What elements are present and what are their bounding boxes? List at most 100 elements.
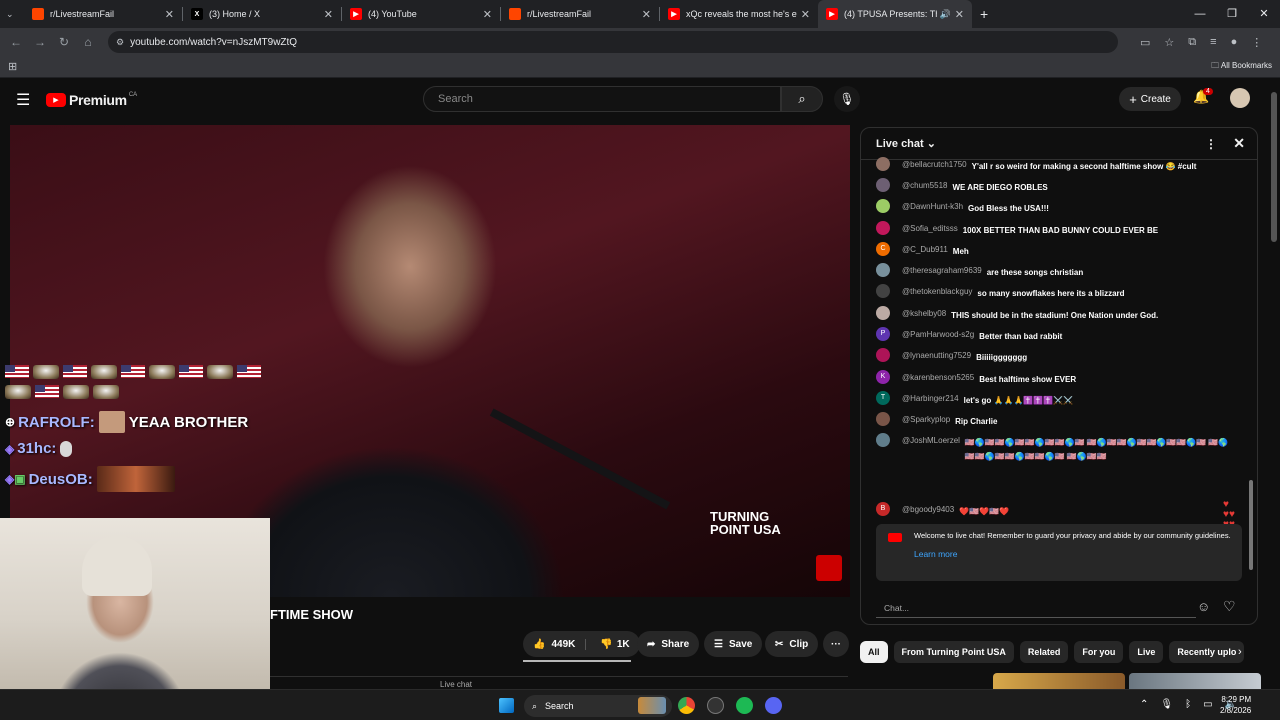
discord-icon[interactable]: [765, 697, 782, 714]
forward-icon[interactable]: →: [28, 35, 52, 49]
chat-avatar[interactable]: [876, 412, 890, 426]
save-button[interactable]: ☰ Save: [704, 631, 763, 657]
chat-author[interactable]: @Sofia_editsss: [902, 224, 958, 233]
chat-author[interactable]: @karenbenson5265: [902, 373, 974, 382]
chat-avatar[interactable]: [876, 199, 890, 213]
chat-message[interactable]: @thetokenblackguy so many snowflakes here…: [876, 284, 1236, 301]
browser-tab[interactable]: r/LivestreamFail ✕: [24, 0, 182, 28]
clip-button[interactable]: ✂ Clip: [765, 631, 819, 657]
restore-icon[interactable]: ❐: [1216, 0, 1248, 28]
chat-options-icon[interactable]: ⋮: [1205, 137, 1217, 151]
chat-avatar[interactable]: [876, 306, 890, 320]
share-button[interactable]: ➦ Share: [637, 631, 700, 657]
filter-chip[interactable]: Related: [1019, 641, 1069, 663]
browser-tab[interactable]: X (3) Home / X ✕: [183, 0, 341, 28]
browser-tab[interactable]: ▶ (4) YouTube ✕: [342, 0, 500, 28]
chat-avatar[interactable]: P: [876, 327, 890, 341]
chat-avatar[interactable]: [876, 178, 890, 192]
new-tab-button[interactable]: +: [972, 0, 1002, 28]
more-actions-button[interactable]: ···: [823, 631, 849, 657]
chat-message[interactable]: K @karenbenson5265 Best halftime show EVER: [876, 370, 1236, 387]
bluetooth-icon[interactable]: ᛒ: [1185, 699, 1191, 710]
chat-avatar[interactable]: [876, 263, 890, 277]
chat-author[interactable]: @C_Dub911: [902, 245, 948, 254]
windows-start-icon[interactable]: [499, 698, 514, 713]
chevron-right-icon[interactable]: ›: [1238, 646, 1242, 658]
reload-icon[interactable]: ↻: [52, 35, 76, 49]
close-tab-icon[interactable]: ✕: [483, 8, 492, 21]
close-tab-icon[interactable]: ✕: [324, 8, 333, 21]
chrome-icon[interactable]: [678, 697, 695, 714]
chat-message[interactable]: @DawnHunt-k3h God Bless the USA!!!: [876, 199, 1236, 216]
chat-avatar[interactable]: [876, 284, 890, 298]
search-button[interactable]: ⌕: [781, 86, 823, 112]
chat-input[interactable]: Chat...: [876, 596, 1196, 618]
network-icon[interactable]: ▭: [1203, 699, 1212, 710]
close-tab-icon[interactable]: ✕: [642, 8, 651, 21]
spotify-icon[interactable]: [736, 697, 753, 714]
extensions-icon[interactable]: ⧉: [1188, 36, 1196, 49]
chat-author[interactable]: @PamHarwood-s2g: [902, 330, 974, 339]
filter-chip[interactable]: Live: [1129, 641, 1164, 663]
all-bookmarks-button[interactable]: 🗀 All Bookmarks: [1211, 60, 1272, 74]
apps-grid-icon[interactable]: ⊞: [8, 60, 17, 73]
account-avatar[interactable]: [1230, 88, 1250, 108]
youtube-premium-logo[interactable]: ▶ Premium CA: [46, 92, 137, 108]
chat-avatar[interactable]: T: [876, 391, 890, 405]
media-icon[interactable]: ≡: [1210, 36, 1216, 49]
chat-author[interactable]: @thetokenblackguy: [902, 287, 972, 296]
dislike-button[interactable]: 👎 1K: [592, 639, 629, 650]
close-tab-icon[interactable]: ✕: [165, 8, 174, 21]
search-input[interactable]: Search: [423, 86, 781, 112]
chat-message[interactable]: P @PamHarwood-s2g Better than bad rabbit: [876, 327, 1236, 344]
chat-message[interactable]: B @bgoody9403 ❤️🇺🇸❤️🇺🇸❤️: [876, 502, 1236, 519]
chat-author[interactable]: @theresagraham9639: [902, 266, 982, 275]
audio-icon[interactable]: 🔊: [940, 9, 951, 20]
browser-tab[interactable]: r/LivestreamFail ✕: [501, 0, 659, 28]
chat-message[interactable]: @JoshMLoerzel 🇺🇸🌎🇺🇸🇺🇸🌎🇺🇸🇺🇸🌎🇺🇸🇺🇸🌎🇺🇸 🇺🇸🌎🇺🇸🇺…: [876, 433, 1236, 464]
menu-icon[interactable]: ⋮: [1251, 36, 1262, 49]
close-window-icon[interactable]: ✕: [1248, 0, 1280, 28]
page-scrollbar[interactable]: [1270, 82, 1278, 686]
profile-icon[interactable]: ●: [1231, 36, 1238, 49]
url-field[interactable]: ⚙ youtube.com/watch?v=nJszMT9wZtQ: [108, 31, 1118, 53]
chat-scrollbar[interactable]: [1249, 164, 1255, 584]
chat-avatar[interactable]: [876, 433, 890, 447]
create-button[interactable]: + Create: [1119, 87, 1181, 111]
chat-avatar[interactable]: [876, 221, 890, 235]
filter-chip[interactable]: Recently uplo: [1169, 641, 1245, 663]
browser-tab-active[interactable]: ▶(4) TPUSA Presents: The AL🔊✕: [818, 0, 972, 28]
tab-list-button[interactable]: ⌄: [0, 0, 24, 28]
close-tab-icon[interactable]: ✕: [955, 8, 964, 21]
chat-message[interactable]: T @Harbinger214 let's go 🙏🙏🙏✝️✝️✝️⚔️⚔️: [876, 391, 1236, 408]
chat-message[interactable]: @bellacrutch1750 Y'all r so weird for mak…: [876, 157, 1236, 174]
emoji-icon[interactable]: ☺: [1197, 599, 1210, 614]
site-info-icon[interactable]: ⚙: [116, 37, 124, 48]
chat-author[interactable]: @kshelby08: [902, 309, 946, 318]
browser-tab[interactable]: ▶xQc reveals the most he's ever✕: [660, 0, 818, 28]
chat-author[interactable]: @DawnHunt-k3h: [902, 202, 963, 211]
chat-message[interactable]: @kshelby08 THIS should be in the stadium!…: [876, 306, 1236, 323]
chat-author[interactable]: @chum5518: [902, 181, 947, 190]
like-button[interactable]: 👍 449K: [533, 638, 587, 650]
chat-author[interactable]: @bgoody9403: [902, 505, 954, 514]
chat-author[interactable]: @lynaenutting7529: [902, 351, 971, 360]
settings-app-icon[interactable]: [707, 697, 724, 714]
video-thumbnail[interactable]: [1129, 673, 1261, 689]
chat-author[interactable]: @Sparkyplop: [902, 415, 950, 424]
live-chat-mode-dropdown[interactable]: Live chat ⌄: [876, 137, 936, 150]
hamburger-menu-icon[interactable]: ☰: [16, 90, 36, 110]
chat-author[interactable]: @Harbinger214: [902, 394, 959, 403]
cast-icon[interactable]: ▭: [1140, 36, 1150, 49]
chat-avatar[interactable]: B: [876, 502, 890, 516]
chat-message[interactable]: @theresagraham9639 are these songs christ…: [876, 263, 1236, 280]
chat-author[interactable]: @JoshMLoerzel: [902, 436, 960, 445]
tray-overflow-icon[interactable]: ⌃: [1140, 699, 1148, 710]
subscribe-watermark-button[interactable]: [816, 555, 842, 581]
back-icon[interactable]: ←: [4, 35, 28, 49]
chat-author[interactable]: @bellacrutch1750: [902, 160, 967, 169]
bookmark-star-icon[interactable]: ☆: [1164, 36, 1174, 49]
chat-avatar[interactable]: [876, 348, 890, 362]
chat-message[interactable]: @Sparkyplop Rip Charlie: [876, 412, 1236, 429]
chat-avatar[interactable]: [876, 157, 890, 171]
